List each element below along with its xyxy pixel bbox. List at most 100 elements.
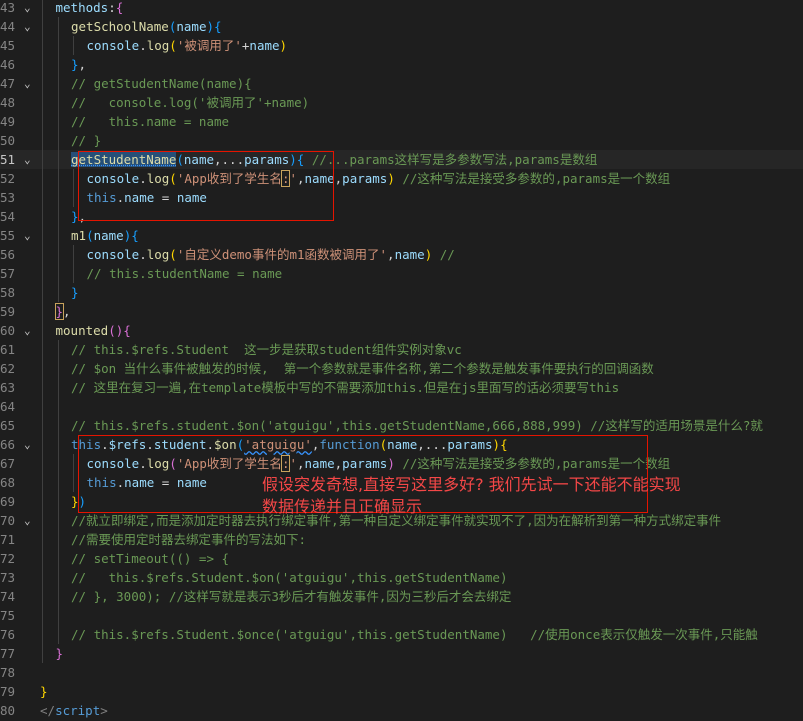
code-line[interactable]: 52 console.log('App收到了学生名:',name,params) … <box>0 169 803 188</box>
code-token: . <box>139 38 147 53</box>
code-line[interactable]: 43 ⌄ methods:{ <box>0 0 803 17</box>
code-token: this <box>86 475 117 490</box>
code-line[interactable]: 44 ⌄ getSchoolName(name){ <box>0 17 803 36</box>
line-number: 60 <box>0 323 16 338</box>
line-number: 45 <box>0 38 16 53</box>
indent-guide <box>42 606 43 625</box>
code-line[interactable]: 58} <box>0 283 803 302</box>
code-line[interactable]: 63 // 这里在复习一遍,在template模板中写的不需要添加this.但是在… <box>0 378 803 397</box>
fold-chevron-icon[interactable]: ⌄ <box>24 74 36 93</box>
line-number: 71 <box>0 532 16 547</box>
code-line[interactable]: 73 // this.$refs.Student.$on('atguigu',th… <box>0 568 803 587</box>
code-token: , <box>297 456 305 471</box>
fold-chevron-icon[interactable]: ⌄ <box>24 511 36 530</box>
code-token: : <box>108 0 116 15</box>
fold-chevron-icon[interactable]: ⌄ <box>24 435 36 454</box>
code-line[interactable]: 71 //需要使用定时器去绑定事件的写法如下: <box>0 530 803 549</box>
code-text: } <box>71 283 79 302</box>
code-line[interactable]: 75 <box>0 606 803 625</box>
code-line[interactable]: 49 // this.name = name <box>0 112 803 131</box>
indent-guide <box>57 245 59 264</box>
fold-chevron-icon[interactable]: ⌄ <box>24 150 36 169</box>
code-token: name <box>304 456 335 471</box>
code-token: name <box>304 171 335 186</box>
code-line[interactable]: 64 <box>0 397 803 416</box>
line-number: 53 <box>0 190 16 205</box>
code-token: '自定义demo事件的m1函数被调用了' <box>176 247 388 262</box>
code-token: } <box>71 285 79 300</box>
code-line[interactable]: 54}, <box>0 207 803 226</box>
code-line[interactable]: 65 // this.$refs.student.$on('atguigu',th… <box>0 416 803 435</box>
code-line[interactable]: 79} <box>0 682 803 701</box>
indent-guide <box>42 207 43 226</box>
indent-guide <box>73 473 74 492</box>
line-number: 50 <box>0 133 16 148</box>
code-line[interactable]: 51 ⌄ getStudentName(name,...params){ //...… <box>0 150 803 169</box>
code-line[interactable]: 76 // this.$refs.Student.$once('atguigu',… <box>0 625 803 644</box>
annotation-note: 假设突发奇想,直接写这里多好? 我们先试一下还能不能实现 数据传递并且正确显示 <box>262 474 782 518</box>
line-number: 66 <box>0 437 16 452</box>
code-line[interactable]: 60 ⌄ mounted(){ <box>0 321 803 340</box>
code-line[interactable]: 62 // $on 当什么事件被触发的时候, 第一个参数就是事件名称,第二个参数是… <box>0 359 803 378</box>
fold-chevron-icon[interactable]: ⌄ <box>24 226 36 245</box>
code-token: , <box>78 209 87 224</box>
code-text: }, <box>54 302 71 321</box>
code-line[interactable]: 72 // setTimeout(() => { <box>0 549 803 568</box>
code-line[interactable]: 56 console.log('自定义demo事件的m1函数被调用了',name)… <box>0 245 803 264</box>
code-line[interactable]: 53 this.name = name <box>0 188 803 207</box>
code-token: getStudentName <box>71 152 177 167</box>
fold-chevron-icon[interactable]: ⌄ <box>24 17 36 36</box>
code-line[interactable]: 47 ⌄ // getStudentName(name){ <box>0 74 803 93</box>
line-number: 61 <box>0 342 16 357</box>
code-line[interactable]: 74 // }, 3000); //这样写就是表示3秒后才有触发事件,因为三秒后才… <box>0 587 803 606</box>
code-token: . <box>101 437 109 452</box>
code-line[interactable]: 50 // } <box>0 131 803 150</box>
indent-guide <box>57 549 59 568</box>
fold-chevron-icon[interactable]: ⌄ <box>24 0 36 17</box>
code-token: //这种写法是接受多参数的,params是一个数组 <box>394 171 671 186</box>
code-token: ( <box>176 152 184 167</box>
indent-guide <box>42 226 43 245</box>
code-token: . <box>116 475 125 490</box>
code-line[interactable]: 77} <box>0 644 803 663</box>
code-text: this.name = name <box>87 473 207 492</box>
code-line[interactable]: 78 <box>0 663 803 682</box>
line-number: 68 <box>0 475 16 490</box>
code-line[interactable]: 55 ⌄ m1(name){ <box>0 226 803 245</box>
code-line[interactable]: 48 // console.log('被调用了'+name) <box>0 93 803 112</box>
annotation-line-2: 数据传递并且正确显示 <box>262 497 423 516</box>
code-text: // this.$refs.student.$on('atguigu',this… <box>71 416 763 435</box>
line-number: 44 <box>0 19 16 34</box>
line-number: 77 <box>0 646 16 661</box>
indent-guide <box>57 283 59 302</box>
code-line[interactable]: 59}, <box>0 302 803 321</box>
code-token: ' <box>289 171 297 186</box>
code-token: //这种写法是接受多参数的,params是一个数组 <box>394 456 671 471</box>
code-token: log <box>146 247 170 262</box>
code-editor[interactable]: 43 ⌄ methods:{44 ⌄ getSchoolName(name){45 con… <box>0 0 803 721</box>
indent-guide <box>57 606 59 625</box>
code-line[interactable]: 45 console.log('被调用了'+name) <box>0 36 803 55</box>
code-line[interactable]: 57 // this.studentName = name <box>0 264 803 283</box>
indent-guide <box>73 264 74 283</box>
code-token: } <box>54 303 64 320</box>
code-token: ( <box>169 38 177 53</box>
indent-guide <box>42 131 43 150</box>
code-line[interactable]: 67 console.log('App收到了学生名:',name,params) … <box>0 454 803 473</box>
code-text: }, <box>71 55 86 74</box>
fold-chevron-icon[interactable]: ⌄ <box>24 321 36 340</box>
code-line[interactable]: 66 ⌄ this.$refs.student.$on('atguigu',func… <box>0 435 803 454</box>
code-line[interactable]: 61 // this.$refs.Student 这一步是获取student组件实… <box>0 340 803 359</box>
line-number: 73 <box>0 570 16 585</box>
code-token: . <box>146 437 154 452</box>
code-token: // $on 当什么事件被触发的时候, 第一个参数就是事件名称,第二个参数是触发… <box>71 361 654 376</box>
code-token: > <box>100 703 108 718</box>
code-line[interactable]: 46}, <box>0 55 803 74</box>
code-token: script <box>55 703 101 718</box>
code-line[interactable]: 80 </script> <box>0 701 803 720</box>
line-number: 64 <box>0 399 16 414</box>
code-token: methods <box>55 0 109 15</box>
code-token: ... <box>221 152 245 167</box>
line-number: 76 <box>0 627 16 642</box>
code-token: name <box>176 475 207 490</box>
